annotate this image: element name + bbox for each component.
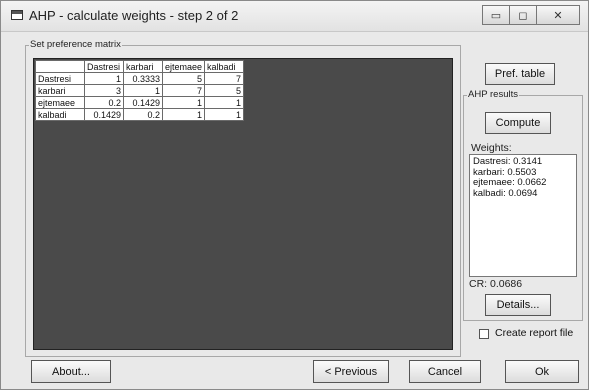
matrix-column-header: karbari [123,60,163,73]
matrix-cell[interactable]: 1 [204,96,245,109]
close-button[interactable]: ✕ [536,5,580,25]
consistency-ratio-text: CR: 0.0686 [469,278,523,290]
ahp-dialog-window: AHP - calculate weights - step 2 of 2 ▭ … [0,0,589,390]
matrix-cell[interactable]: 1 [204,108,245,121]
ok-button[interactable]: Ok [505,360,579,383]
previous-button[interactable]: < Previous [313,360,389,383]
minimize-button[interactable]: ▭ [482,5,510,25]
about-button[interactable]: About... [31,360,111,383]
weight-entry: ejtemaee: 0.0662 [473,177,547,188]
pref-table-button[interactable]: Pref. table [485,63,555,85]
preference-matrix-grid-area: Dastresi karbari ejtemaee kalbadi Dastre… [33,58,453,350]
matrix-row: kalbadi 0.1429 0.2 1 1 [35,108,245,121]
matrix-cell[interactable]: 7 [204,72,245,85]
details-button[interactable]: Details... [485,294,551,316]
matrix-cell[interactable]: 1 [161,108,206,121]
matrix-cell[interactable]: 7 [161,84,206,97]
matrix-row-header: kalbadi [35,108,85,121]
matrix-corner-cell [35,60,85,73]
minimize-icon: ▭ [490,9,502,22]
matrix-cell[interactable]: 1 [123,84,163,97]
dialog-button-bar: About... < Previous Cancel Ok [1,352,588,389]
matrix-row-header: karbari [35,84,85,97]
matrix-cell[interactable]: 0.2 [123,108,163,121]
matrix-cell[interactable]: 5 [161,72,206,85]
app-window-icon [11,10,23,20]
create-report-checkbox[interactable] [479,329,489,339]
matrix-row: karbari 3 1 7 5 [35,84,245,97]
weights-output-box[interactable]: Dastresi: 0.3141 karbari: 0.5503 ejtemae… [469,154,577,277]
window-title: AHP - calculate weights - step 2 of 2 [29,8,239,23]
title-bar[interactable]: AHP - calculate weights - step 2 of 2 ▭ … [1,1,588,32]
window-controls: ▭ ◻ ✕ [482,5,580,25]
matrix-row: ejtemaee 0.2 0.1429 1 1 [35,96,245,109]
matrix-cell[interactable]: 1 [161,96,206,109]
compute-button[interactable]: Compute [485,112,551,134]
matrix-cell[interactable]: 3 [84,84,124,97]
matrix-cell[interactable]: 0.3333 [123,72,163,85]
preference-matrix-table: Dastresi karbari ejtemaee kalbadi Dastre… [35,60,245,121]
matrix-cell[interactable]: 0.1429 [84,108,124,121]
weight-entry: kalbadi: 0.0694 [473,187,538,199]
matrix-row: Dastresi 1 0.3333 5 7 [35,72,245,85]
matrix-header-row: Dastresi karbari ejtemaee kalbadi [35,60,245,73]
close-icon: ✕ [553,9,563,22]
matrix-column-header: kalbadi [204,60,245,73]
matrix-cell[interactable]: 0.1429 [123,96,163,109]
matrix-cell[interactable]: 5 [204,84,245,97]
maximize-button[interactable]: ◻ [509,5,537,25]
weights-label: Weights: [471,142,512,154]
matrix-row-header: Dastresi [35,72,85,85]
matrix-cell[interactable]: 0.2 [84,96,124,109]
create-report-label[interactable]: Create report file [495,327,573,339]
matrix-column-header: ejtemaee [161,60,206,73]
matrix-row-header: ejtemaee [35,96,85,109]
maximize-icon: ◻ [518,9,528,22]
ahp-results-group-label: AHP results [467,89,519,100]
weight-entry: Dastresi: 0.3141 [473,156,543,167]
matrix-cell[interactable]: 1 [84,72,124,85]
cancel-button[interactable]: Cancel [409,360,481,383]
preference-matrix-group-label: Set preference matrix [29,39,122,50]
matrix-column-header: Dastresi [84,60,124,73]
